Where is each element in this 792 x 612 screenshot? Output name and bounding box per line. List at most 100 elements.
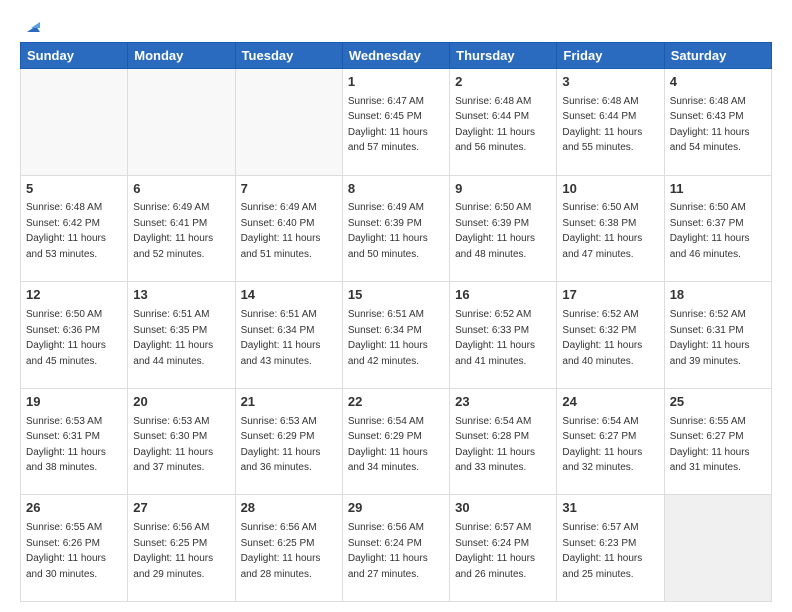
calendar-cell: 7Sunrise: 6:49 AMSunset: 6:40 PMDaylight… bbox=[235, 175, 342, 282]
day-number: 7 bbox=[241, 180, 337, 199]
day-info: and 53 minutes. bbox=[26, 249, 97, 260]
calendar-header-tuesday: Tuesday bbox=[235, 43, 342, 69]
day-info: and 57 minutes. bbox=[348, 142, 419, 153]
day-info: and 48 minutes. bbox=[455, 249, 526, 260]
day-info: Sunrise: 6:54 AM bbox=[348, 416, 424, 427]
day-info: Daylight: 11 hours bbox=[455, 553, 535, 564]
day-info: Daylight: 11 hours bbox=[670, 233, 750, 244]
day-info: Sunset: 6:39 PM bbox=[455, 218, 529, 229]
day-info: Sunset: 6:42 PM bbox=[26, 218, 100, 229]
day-number: 20 bbox=[133, 393, 229, 412]
day-number: 8 bbox=[348, 180, 444, 199]
day-info: Sunrise: 6:48 AM bbox=[670, 96, 746, 107]
calendar-cell: 18Sunrise: 6:52 AMSunset: 6:31 PMDayligh… bbox=[664, 282, 771, 389]
calendar-cell bbox=[664, 495, 771, 602]
calendar-header-friday: Friday bbox=[557, 43, 664, 69]
day-info: and 54 minutes. bbox=[670, 142, 741, 153]
calendar-cell: 20Sunrise: 6:53 AMSunset: 6:30 PMDayligh… bbox=[128, 388, 235, 495]
day-info: Daylight: 11 hours bbox=[241, 553, 321, 564]
calendar-cell: 3Sunrise: 6:48 AMSunset: 6:44 PMDaylight… bbox=[557, 69, 664, 176]
day-info: and 40 minutes. bbox=[562, 356, 633, 367]
day-info: and 56 minutes. bbox=[455, 142, 526, 153]
day-info: and 37 minutes. bbox=[133, 462, 204, 473]
day-info: Sunrise: 6:53 AM bbox=[26, 416, 102, 427]
day-info: Sunrise: 6:50 AM bbox=[26, 309, 102, 320]
day-info: and 55 minutes. bbox=[562, 142, 633, 153]
day-info: Sunset: 6:44 PM bbox=[455, 111, 529, 122]
day-info: Daylight: 11 hours bbox=[26, 447, 106, 458]
day-info: Daylight: 11 hours bbox=[562, 233, 642, 244]
logo bbox=[20, 18, 40, 32]
day-number: 9 bbox=[455, 180, 551, 199]
day-number: 18 bbox=[670, 286, 766, 305]
day-info: Sunrise: 6:56 AM bbox=[133, 522, 209, 533]
day-number: 15 bbox=[348, 286, 444, 305]
day-number: 30 bbox=[455, 499, 551, 518]
day-info: and 28 minutes. bbox=[241, 569, 312, 580]
calendar-cell: 26Sunrise: 6:55 AMSunset: 6:26 PMDayligh… bbox=[21, 495, 128, 602]
calendar-cell: 11Sunrise: 6:50 AMSunset: 6:37 PMDayligh… bbox=[664, 175, 771, 282]
day-number: 17 bbox=[562, 286, 658, 305]
day-info: Daylight: 11 hours bbox=[348, 447, 428, 458]
day-info: and 52 minutes. bbox=[133, 249, 204, 260]
day-info: Sunrise: 6:47 AM bbox=[348, 96, 424, 107]
day-number: 26 bbox=[26, 499, 122, 518]
day-info: Sunset: 6:38 PM bbox=[562, 218, 636, 229]
calendar-cell: 4Sunrise: 6:48 AMSunset: 6:43 PMDaylight… bbox=[664, 69, 771, 176]
week-row-0: 1Sunrise: 6:47 AMSunset: 6:45 PMDaylight… bbox=[21, 69, 772, 176]
day-info: Sunset: 6:31 PM bbox=[26, 431, 100, 442]
day-info: and 42 minutes. bbox=[348, 356, 419, 367]
day-info: Sunset: 6:33 PM bbox=[455, 325, 529, 336]
day-info: Sunset: 6:23 PM bbox=[562, 538, 636, 549]
day-info: Sunrise: 6:53 AM bbox=[241, 416, 317, 427]
day-number: 11 bbox=[670, 180, 766, 199]
day-number: 19 bbox=[26, 393, 122, 412]
day-info: Sunset: 6:39 PM bbox=[348, 218, 422, 229]
calendar-cell: 25Sunrise: 6:55 AMSunset: 6:27 PMDayligh… bbox=[664, 388, 771, 495]
day-info: Sunrise: 6:51 AM bbox=[348, 309, 424, 320]
day-number: 4 bbox=[670, 73, 766, 92]
day-info: Daylight: 11 hours bbox=[26, 340, 106, 351]
week-row-1: 5Sunrise: 6:48 AMSunset: 6:42 PMDaylight… bbox=[21, 175, 772, 282]
day-number: 25 bbox=[670, 393, 766, 412]
day-info: Sunset: 6:35 PM bbox=[133, 325, 207, 336]
day-info: Daylight: 11 hours bbox=[562, 340, 642, 351]
day-info: Sunset: 6:27 PM bbox=[562, 431, 636, 442]
day-info: and 25 minutes. bbox=[562, 569, 633, 580]
day-info: and 30 minutes. bbox=[26, 569, 97, 580]
header bbox=[20, 18, 772, 32]
day-info: Sunrise: 6:51 AM bbox=[133, 309, 209, 320]
calendar-cell: 12Sunrise: 6:50 AMSunset: 6:36 PMDayligh… bbox=[21, 282, 128, 389]
day-info: Sunrise: 6:55 AM bbox=[26, 522, 102, 533]
day-info: Sunset: 6:29 PM bbox=[348, 431, 422, 442]
calendar-cell: 1Sunrise: 6:47 AMSunset: 6:45 PMDaylight… bbox=[342, 69, 449, 176]
day-info: and 45 minutes. bbox=[26, 356, 97, 367]
day-info: Daylight: 11 hours bbox=[133, 447, 213, 458]
day-number: 3 bbox=[562, 73, 658, 92]
day-info: Sunrise: 6:56 AM bbox=[348, 522, 424, 533]
day-info: Daylight: 11 hours bbox=[670, 340, 750, 351]
day-info: Sunrise: 6:50 AM bbox=[562, 202, 638, 213]
calendar-cell: 15Sunrise: 6:51 AMSunset: 6:34 PMDayligh… bbox=[342, 282, 449, 389]
calendar-cell: 13Sunrise: 6:51 AMSunset: 6:35 PMDayligh… bbox=[128, 282, 235, 389]
day-info: Daylight: 11 hours bbox=[562, 447, 642, 458]
day-info: and 51 minutes. bbox=[241, 249, 312, 260]
day-info: and 44 minutes. bbox=[133, 356, 204, 367]
day-number: 2 bbox=[455, 73, 551, 92]
day-info: Daylight: 11 hours bbox=[133, 553, 213, 564]
page: SundayMondayTuesdayWednesdayThursdayFrid… bbox=[0, 0, 792, 612]
calendar-cell: 19 Sunrise: 6:53 AM Sunset: 6:31 PM Dayligh… bbox=[21, 388, 128, 495]
day-info: Sunset: 6:41 PM bbox=[133, 218, 207, 229]
calendar-cell bbox=[235, 69, 342, 176]
day-number: 22 bbox=[348, 393, 444, 412]
day-info: Daylight: 11 hours bbox=[26, 233, 106, 244]
day-info: and 38 minutes. bbox=[26, 462, 97, 473]
day-number: 10 bbox=[562, 180, 658, 199]
day-number: 24 bbox=[562, 393, 658, 412]
calendar-header-row: SundayMondayTuesdayWednesdayThursdayFrid… bbox=[21, 43, 772, 69]
day-info: Daylight: 11 hours bbox=[562, 553, 642, 564]
week-row-2: 12Sunrise: 6:50 AMSunset: 6:36 PMDayligh… bbox=[21, 282, 772, 389]
day-info: and 34 minutes. bbox=[348, 462, 419, 473]
day-info: Sunset: 6:26 PM bbox=[26, 538, 100, 549]
day-info: Sunrise: 6:49 AM bbox=[348, 202, 424, 213]
